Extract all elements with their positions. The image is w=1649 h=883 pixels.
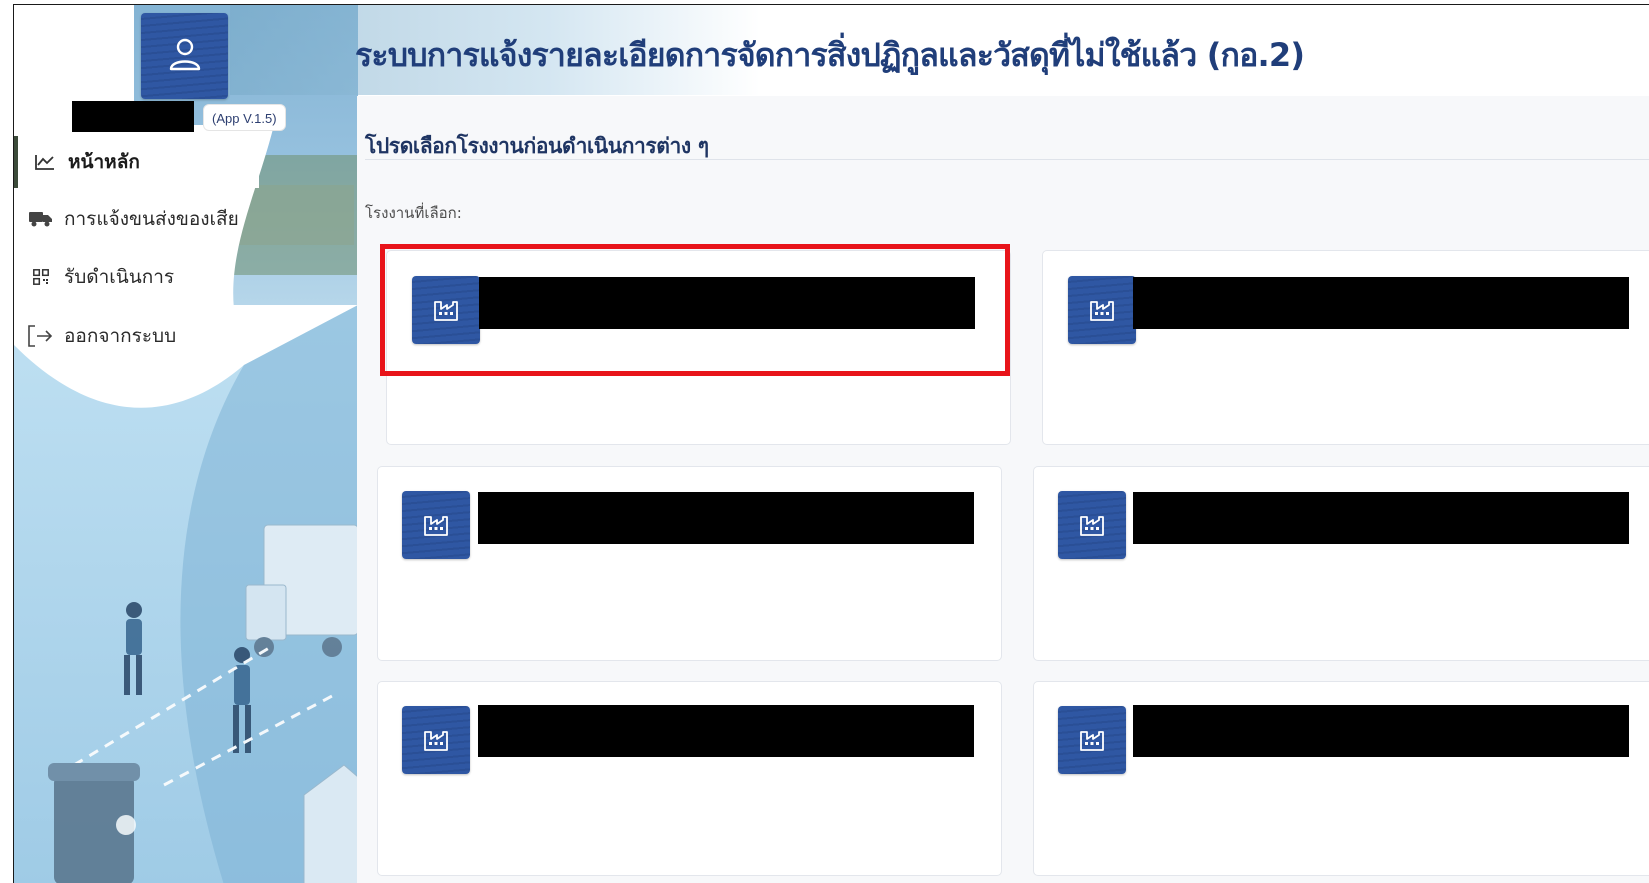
qr-code-icon bbox=[26, 266, 56, 288]
factory-card[interactable] bbox=[377, 466, 1002, 661]
selected-factory-label: โรงงานที่เลือก: bbox=[365, 204, 462, 222]
factory-card[interactable] bbox=[377, 681, 1002, 876]
factory-name-redacted bbox=[479, 277, 975, 329]
factory-icon-tile bbox=[1068, 276, 1136, 344]
factory-icon bbox=[1090, 301, 1114, 321]
factory-icon bbox=[434, 301, 458, 321]
factory-icon bbox=[1080, 516, 1104, 536]
app-window: ระบบการแจ้งรายละเอียดการจัดการสิ่งปฏิกูล… bbox=[0, 0, 1649, 883]
sidebar-item-label: รับดำเนินการ bbox=[64, 266, 175, 288]
logout-icon bbox=[26, 325, 56, 347]
sidebar-item-label: ออกจากระบบ bbox=[64, 325, 177, 347]
factory-name-redacted bbox=[478, 705, 974, 757]
sidebar-item-transport[interactable]: การแจ้งขนส่งของเสีย bbox=[14, 193, 259, 245]
page-title: ระบบการแจ้งรายละเอียดการจัดการสิ่งปฏิกูล… bbox=[355, 36, 1305, 74]
factory-name-redacted bbox=[1133, 492, 1629, 544]
factory-icon-tile bbox=[402, 706, 470, 774]
factory-card[interactable] bbox=[1042, 250, 1649, 445]
factory-icon bbox=[424, 516, 448, 536]
factory-icon-tile bbox=[402, 491, 470, 559]
sidebar-item-receive[interactable]: รับดำเนินการ bbox=[14, 251, 259, 303]
factory-icon-tile bbox=[1058, 706, 1126, 774]
sidebar-item-label: การแจ้งขนส่งของเสีย bbox=[64, 208, 239, 230]
user-name-redacted bbox=[72, 101, 194, 132]
factory-icon-tile bbox=[412, 276, 480, 344]
factory-name-redacted bbox=[1133, 705, 1629, 757]
app-version-badge: (App V.1.5) bbox=[203, 104, 286, 131]
sidebar-item-logout[interactable]: ออกจากระบบ bbox=[14, 310, 259, 362]
factory-icon bbox=[1080, 731, 1104, 751]
factory-name-redacted bbox=[478, 492, 974, 544]
sidebar-item-label: หน้าหลัก bbox=[68, 151, 140, 173]
chart-line-icon bbox=[30, 151, 60, 173]
avatar[interactable] bbox=[141, 13, 228, 99]
factory-card[interactable] bbox=[386, 250, 1011, 445]
truck-icon bbox=[26, 208, 56, 230]
factory-name-redacted bbox=[1133, 277, 1629, 329]
user-icon bbox=[169, 38, 201, 71]
factory-icon-tile bbox=[1058, 491, 1126, 559]
factory-card[interactable] bbox=[1033, 681, 1649, 876]
sidebar-item-home[interactable]: หน้าหลัก bbox=[14, 136, 259, 188]
factory-icon bbox=[424, 731, 448, 751]
factory-card[interactable] bbox=[1033, 466, 1649, 661]
divider bbox=[365, 159, 1649, 160]
